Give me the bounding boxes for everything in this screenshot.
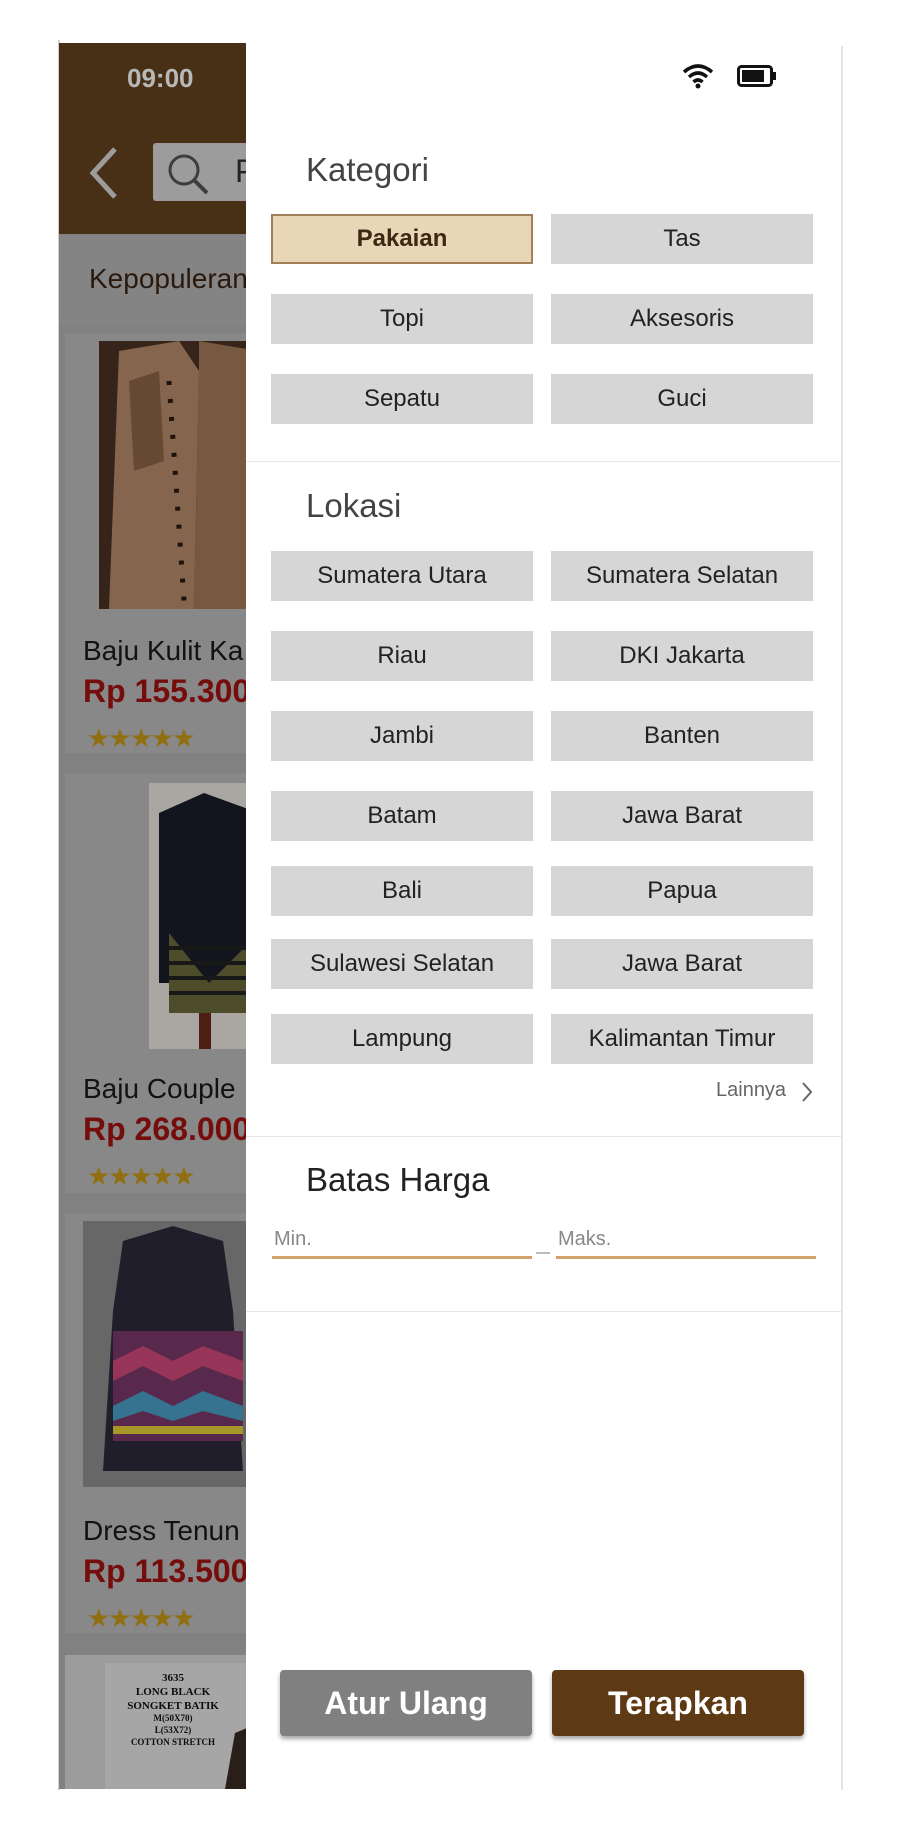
- reset-button[interactable]: Atur Ulang: [280, 1670, 532, 1736]
- category-chip-aksesoris[interactable]: Aksesoris: [551, 294, 813, 344]
- section-divider: [246, 1311, 841, 1312]
- phone-screen: 09:00 P Kepopuleran: [59, 43, 841, 1789]
- category-chip-tas[interactable]: Tas: [551, 214, 813, 264]
- chevron-right-icon[interactable]: [801, 1081, 813, 1103]
- location-chip[interactable]: DKI Jakarta: [551, 631, 813, 681]
- location-chip[interactable]: Lampung: [271, 1014, 533, 1064]
- category-chip-pakaian[interactable]: Pakaian: [271, 214, 533, 264]
- location-chip[interactable]: Banten: [551, 711, 813, 761]
- section-divider: [246, 461, 841, 462]
- max-price-input[interactable]: [556, 1223, 816, 1259]
- more-locations-link[interactable]: Lainnya: [716, 1079, 786, 1102]
- category-chip-topi[interactable]: Topi: [271, 294, 533, 344]
- category-chip-guci[interactable]: Guci: [551, 374, 813, 424]
- location-chip[interactable]: Bali: [271, 866, 533, 916]
- location-title: Lokasi: [306, 487, 402, 524]
- location-chip[interactable]: Sumatera Selatan: [551, 551, 813, 601]
- category-title: Kategori: [306, 151, 429, 188]
- location-chip[interactable]: Sulawesi Selatan: [271, 939, 533, 989]
- location-chip[interactable]: Kalimantan Timur: [551, 1014, 813, 1064]
- filter-panel: Kategori Pakaian Tas Topi Aksesoris Sepa…: [246, 43, 841, 1789]
- range-separator: [536, 1252, 550, 1254]
- location-chip[interactable]: Jawa Barat: [551, 939, 813, 989]
- location-chip[interactable]: Riau: [271, 631, 533, 681]
- location-chip[interactable]: Jambi: [271, 711, 533, 761]
- battery-icon: [737, 65, 776, 87]
- price-range-title: Batas Harga: [306, 1161, 490, 1198]
- location-chip[interactable]: Jawa Barat: [551, 791, 813, 841]
- wifi-icon: [682, 64, 714, 89]
- location-chip[interactable]: Batam: [271, 791, 533, 841]
- location-chip[interactable]: Sumatera Utara: [271, 551, 533, 601]
- device-frame-right: [841, 46, 843, 1790]
- location-chip[interactable]: Papua: [551, 866, 813, 916]
- min-price-input[interactable]: [272, 1223, 532, 1259]
- section-divider: [246, 1136, 841, 1137]
- apply-button[interactable]: Terapkan: [552, 1670, 804, 1736]
- category-chip-sepatu[interactable]: Sepatu: [271, 374, 533, 424]
